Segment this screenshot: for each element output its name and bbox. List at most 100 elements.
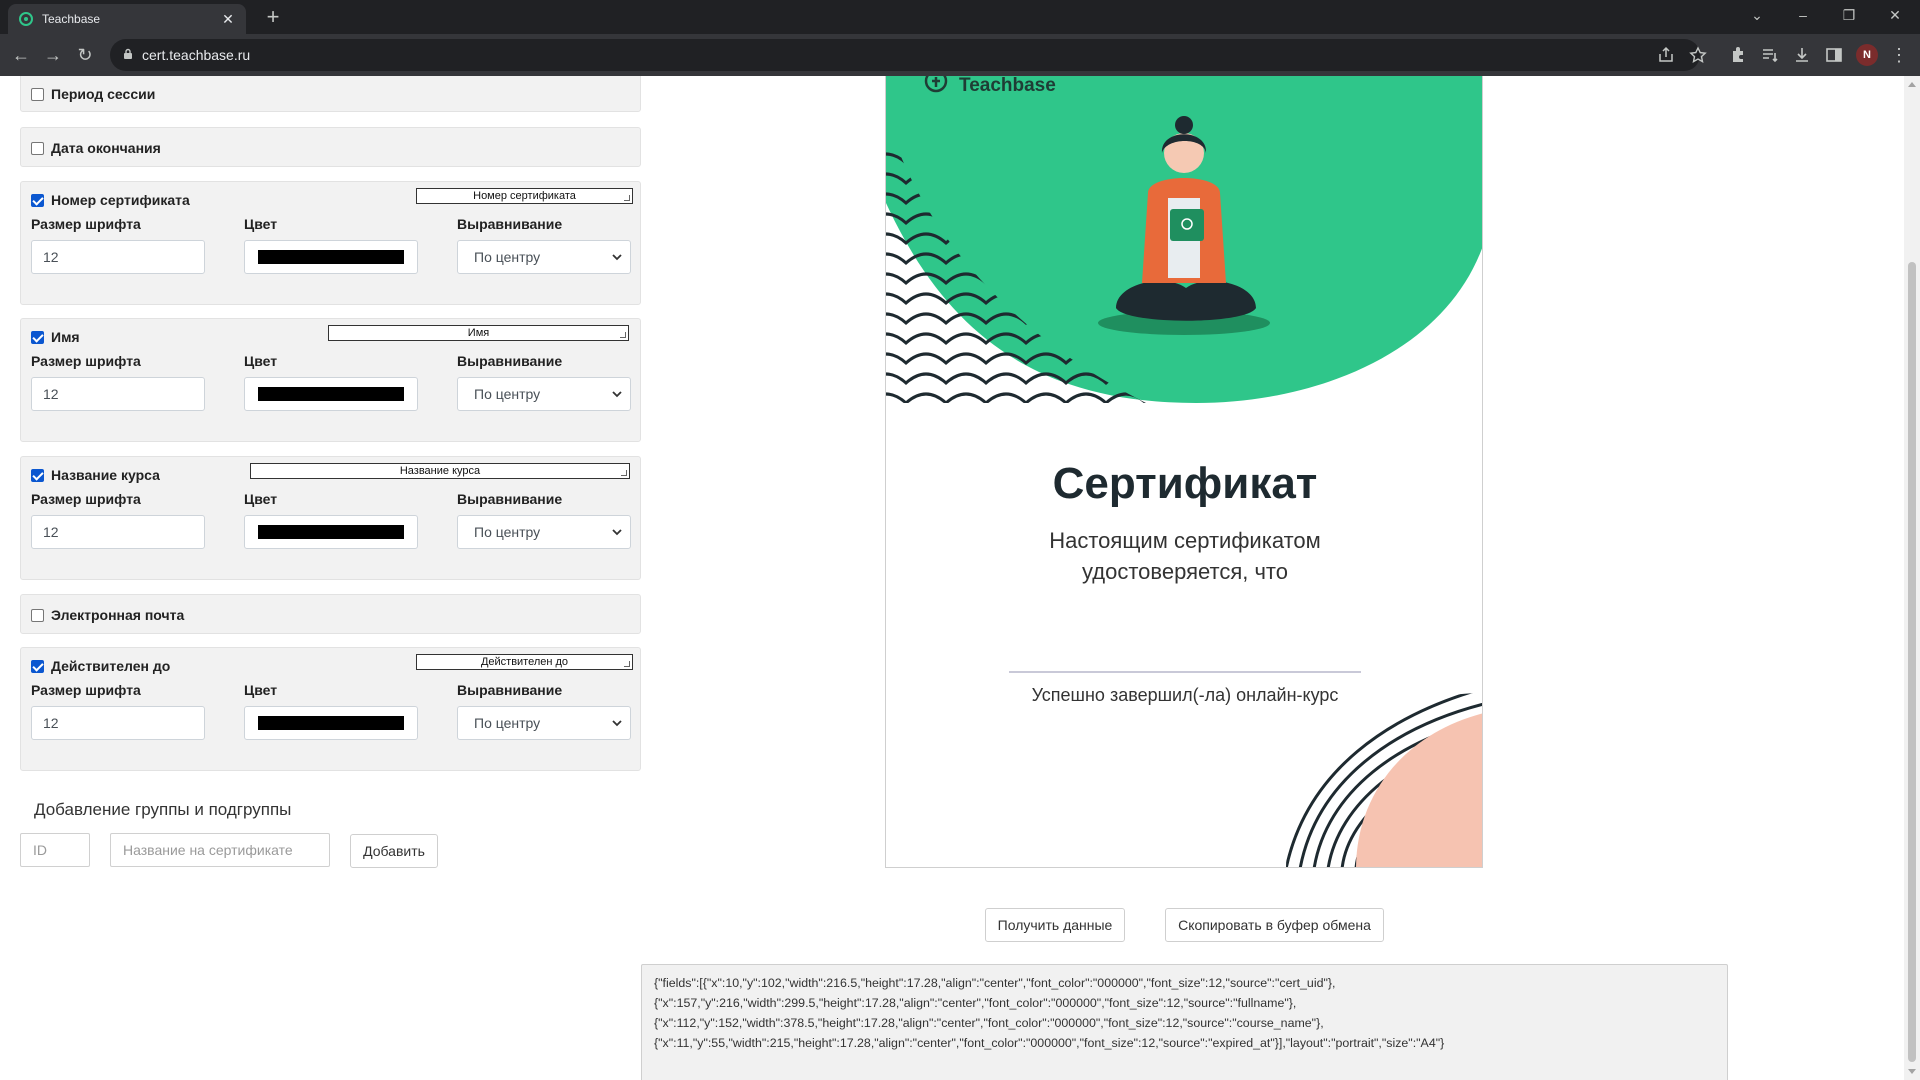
course-name-checkbox[interactable] bbox=[31, 468, 44, 482]
browser-menu-icon[interactable]: ⋮ bbox=[1886, 42, 1912, 68]
address-bar[interactable]: cert.teachbase.ru bbox=[110, 39, 1700, 71]
color-swatch bbox=[258, 387, 404, 401]
lock-icon bbox=[124, 48, 132, 59]
restore-icon[interactable]: ❐ bbox=[1826, 0, 1872, 30]
extensions-icon[interactable] bbox=[1728, 45, 1748, 65]
session-period-label: Период сессии bbox=[51, 86, 156, 102]
cert-number-checkbox[interactable] bbox=[31, 193, 44, 207]
font-size-label: Размер шрифта bbox=[31, 216, 141, 232]
certificate-subtitle-line1: Настоящим сертификатом bbox=[1049, 528, 1321, 553]
field-panel-valid-until: Действителен до Действителен до Размер ш… bbox=[20, 647, 641, 771]
json-output-line: {"x":11,"y":55,"width":215,"height":17.2… bbox=[654, 1036, 1445, 1050]
name-checkbox[interactable] bbox=[31, 330, 44, 344]
valid-until-label: Действителен до bbox=[51, 658, 171, 674]
media-queue-icon[interactable] bbox=[1760, 45, 1780, 65]
color-swatch bbox=[258, 716, 404, 730]
align-value: По центру bbox=[474, 715, 541, 731]
field-panel-session-period: Период сессии bbox=[20, 76, 641, 112]
cert-number-font-size-input[interactable]: 12 bbox=[31, 240, 205, 274]
minimize-icon[interactable]: – bbox=[1780, 0, 1826, 30]
valid-until-checkbox[interactable] bbox=[31, 659, 44, 673]
json-output-line: {"x":157,"y":216,"width":299.5,"height":… bbox=[654, 996, 1297, 1010]
group-id-input[interactable]: ID bbox=[20, 833, 90, 867]
course-name-label: Название курса bbox=[51, 467, 160, 483]
name-tag[interactable]: Имя bbox=[328, 325, 629, 341]
chevron-down-icon bbox=[612, 254, 622, 261]
align-value: По центру bbox=[474, 249, 541, 265]
end-date-checkbox[interactable] bbox=[31, 141, 44, 155]
certificate-preview: Teachbase Сертификат Настоящим сертифика… bbox=[885, 76, 1483, 868]
scroll-up-icon[interactable] bbox=[1908, 82, 1916, 87]
align-value: По центру bbox=[474, 524, 541, 540]
field-panel-end-date: Дата окончания bbox=[20, 127, 641, 167]
certificate-subtitle: Настоящим сертификатом удостоверяется, ч… bbox=[886, 525, 1482, 587]
certificate-logo-text: Teachbase bbox=[959, 76, 1056, 96]
align-label: Выравнивание bbox=[457, 682, 563, 698]
color-label: Цвет bbox=[244, 491, 278, 507]
window-close-icon[interactable]: ✕ bbox=[1872, 0, 1918, 30]
color-label: Цвет bbox=[244, 682, 278, 698]
json-output-textarea[interactable]: {"fields":[{"x":10,"y":102,"width":216.5… bbox=[641, 964, 1728, 1080]
get-data-button[interactable]: Получить данные bbox=[985, 908, 1125, 942]
valid-until-font-size-input[interactable]: 12 bbox=[31, 706, 205, 740]
cert-number-align-select[interactable]: По центру bbox=[457, 240, 631, 274]
page-scrollbar[interactable] bbox=[1904, 76, 1920, 1080]
chevron-down-icon bbox=[612, 391, 622, 398]
email-label: Электронная почта bbox=[51, 607, 185, 623]
name-align-select[interactable]: По центру bbox=[457, 377, 631, 411]
new-tab-icon[interactable]: + bbox=[260, 5, 286, 31]
group-section-title: Добавление группы и подгруппы bbox=[34, 800, 292, 819]
email-checkbox[interactable] bbox=[31, 608, 44, 622]
download-icon[interactable] bbox=[1792, 45, 1812, 65]
back-icon[interactable]: ← bbox=[8, 42, 34, 68]
chevron-down-icon bbox=[612, 720, 622, 727]
certificate-heading: Сертификат bbox=[1052, 459, 1318, 508]
color-swatch bbox=[258, 250, 404, 264]
forward-icon[interactable]: → bbox=[40, 42, 66, 68]
session-period-checkbox[interactable] bbox=[31, 87, 44, 101]
course-name-tag[interactable]: Название курса bbox=[250, 463, 630, 479]
json-output-line: {"x":112,"y":152,"width":378.5,"height":… bbox=[654, 1016, 1324, 1030]
align-label: Выравнивание bbox=[457, 216, 563, 232]
tab-close-icon[interactable]: ✕ bbox=[220, 11, 236, 28]
browser-tab[interactable]: Teachbase ✕ bbox=[8, 4, 246, 34]
font-size-label: Размер шрифта bbox=[31, 682, 141, 698]
tab-title: Teachbase bbox=[42, 12, 101, 26]
teachbase-favicon-icon bbox=[19, 12, 33, 26]
cert-number-color-picker[interactable] bbox=[244, 240, 418, 274]
tab-search-icon[interactable]: ⌄ bbox=[1734, 0, 1780, 30]
name-label: Имя bbox=[51, 329, 80, 345]
side-panel-icon[interactable] bbox=[1824, 45, 1844, 65]
valid-until-tag[interactable]: Действителен до bbox=[416, 654, 633, 670]
copy-to-clipboard-button[interactable]: Скопировать в буфер обмена bbox=[1165, 908, 1384, 942]
font-size-label: Размер шрифта bbox=[31, 353, 141, 369]
scroll-down-icon[interactable] bbox=[1908, 1069, 1916, 1074]
scrollbar-thumb[interactable] bbox=[1908, 262, 1916, 1062]
align-label: Выравнивание bbox=[457, 491, 563, 507]
course-name-font-size-input[interactable]: 12 bbox=[31, 515, 205, 549]
add-group-button[interactable]: Добавить bbox=[350, 834, 438, 868]
align-value: По центру bbox=[474, 386, 541, 402]
color-label: Цвет bbox=[244, 353, 278, 369]
course-name-align-select[interactable]: По центру bbox=[457, 515, 631, 549]
json-output-line: {"fields":[{"x":10,"y":102,"width":216.5… bbox=[654, 976, 1336, 990]
group-name-input[interactable]: Название на сертификате bbox=[110, 833, 330, 867]
field-panel-email: Электронная почта bbox=[20, 594, 641, 634]
field-panel-name: Имя Имя Размер шрифта Цвет Выравнивание … bbox=[20, 318, 641, 442]
reload-icon[interactable]: ↻ bbox=[72, 42, 98, 68]
font-size-label: Размер шрифта bbox=[31, 491, 141, 507]
end-date-label: Дата окончания bbox=[51, 140, 161, 156]
name-color-picker[interactable] bbox=[244, 377, 418, 411]
name-font-size-input[interactable]: 12 bbox=[31, 377, 205, 411]
align-label: Выравнивание bbox=[457, 353, 563, 369]
cert-number-tag[interactable]: Номер сертификата bbox=[416, 188, 633, 204]
valid-until-align-select[interactable]: По центру bbox=[457, 706, 631, 740]
field-panel-cert-number: Номер сертификата Номер сертификата Разм… bbox=[20, 181, 641, 305]
valid-until-color-picker[interactable] bbox=[244, 706, 418, 740]
certificate-completed-text: Успешно завершил(-ла) онлайн-курс bbox=[1031, 685, 1339, 705]
browser-tab-bar: Teachbase ✕ + ⌄ – ❐ ✕ bbox=[0, 0, 1920, 34]
course-name-color-picker[interactable] bbox=[244, 515, 418, 549]
share-icon[interactable] bbox=[1656, 45, 1676, 65]
bookmark-star-icon[interactable] bbox=[1688, 45, 1708, 65]
profile-avatar[interactable]: N bbox=[1856, 44, 1878, 66]
